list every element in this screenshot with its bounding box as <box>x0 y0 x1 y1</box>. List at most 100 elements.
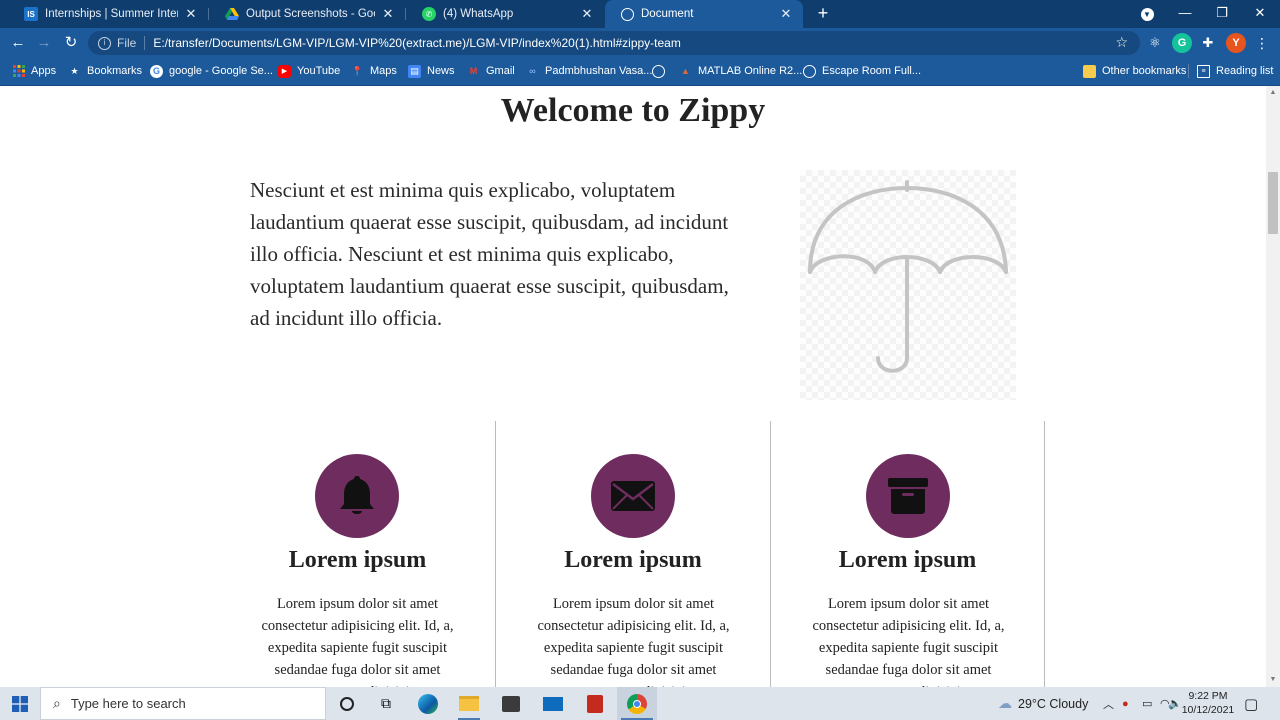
clock-date: 10/12/2021 <box>1181 704 1235 716</box>
feature-description: Lorem ipsum dolor sit amet consectetur a… <box>812 596 1005 687</box>
taskbar-store[interactable] <box>494 687 528 720</box>
reading-list-button[interactable]: ≡ Reading list <box>1197 58 1273 84</box>
reading-list-icon: ≡ <box>1197 64 1210 78</box>
tab-output-screenshots[interactable]: Output Screenshots - Google Dr ✕ <box>209 0 405 28</box>
gmail-icon: M <box>469 66 478 76</box>
tab-whatsapp[interactable]: ✆ (4) WhatsApp ✕ <box>406 0 604 28</box>
maximize-button[interactable]: ❐ <box>1203 0 1241 28</box>
chrome-icon <box>627 693 647 714</box>
notifications-button[interactable]: ▢ <box>1244 687 1258 720</box>
bookmark-label: Apps <box>31 65 57 77</box>
minimize-button[interactable]: — <box>1166 0 1204 28</box>
features-section: Lorem ipsum Lorem ipsum dolor sit amet c… <box>220 421 1045 687</box>
bookmark-other[interactable]: Other bookmarks <box>1083 58 1186 84</box>
umbrella-icon <box>808 180 1008 373</box>
bookmark-label: News <box>427 65 455 77</box>
back-button[interactable]: ← <box>7 32 29 54</box>
tab-label: Document <box>641 8 694 20</box>
star-icon[interactable]: ☆ <box>1115 34 1128 51</box>
taskbar-chrome[interactable] <box>617 687 657 720</box>
feature-card: Lorem ipsum Lorem ipsum dolor sit amet c… <box>495 421 770 687</box>
show-hidden-icons[interactable]: ︿ <box>1103 687 1114 720</box>
close-icon[interactable]: ✕ <box>580 6 594 22</box>
taskbar-file-explorer[interactable] <box>452 687 486 720</box>
internshala-icon: IS <box>24 7 38 21</box>
bookmark-maps[interactable]: 📍 Maps <box>351 58 397 84</box>
address-bar[interactable]: i File E:/transfer/Documents/LGM-VIP/LGM… <box>88 31 1140 55</box>
maps-pin-icon: 📍 <box>351 65 364 76</box>
react-devtools-icon[interactable]: ⚛ <box>1145 33 1165 53</box>
bookmark-matlab[interactable]: ▲ MATLAB Online R2... <box>679 58 802 84</box>
forward-button[interactable]: → <box>33 32 55 54</box>
archive-icon <box>888 478 928 514</box>
task-view-icon: ⧉ <box>381 695 391 711</box>
taskbar-search-input[interactable]: ⌕ Type here to search <box>40 687 326 720</box>
taskbar-app[interactable] <box>578 687 612 720</box>
page-viewport: Welcome to Zippy Nesciunt et est minima … <box>0 86 1266 687</box>
bookmark-label: Escape Room Full... <box>822 65 922 77</box>
taskbar-clock[interactable]: 9:22 PM 10/12/2021 <box>1178 689 1238 717</box>
notification-icon: ▢ <box>1244 695 1259 713</box>
tray-app-icon[interactable]: ● <box>1122 687 1129 720</box>
task-view-button[interactable]: ⧉ <box>369 687 403 720</box>
globe-icon <box>621 7 634 21</box>
scrollbar-thumb[interactable] <box>1268 172 1278 234</box>
scroll-up-arrow[interactable]: ▲ <box>1269 89 1277 97</box>
bookmark-label: Gmail <box>486 65 515 77</box>
profile-avatar[interactable]: Y <box>1226 33 1246 53</box>
bookmark-label: YouTube <box>297 65 341 77</box>
weather-text: 29°C Cloudy <box>1018 696 1089 711</box>
feature-icon-circle <box>866 454 950 538</box>
feature-icon-circle <box>315 454 399 538</box>
bookmark-news[interactable]: ▤ News <box>408 58 455 84</box>
taskbar-mail[interactable] <box>536 687 570 720</box>
cortana-icon <box>340 696 354 711</box>
scroll-down-arrow[interactable]: ▼ <box>1269 676 1277 684</box>
info-icon[interactable]: i <box>98 36 111 50</box>
bookmark-globe[interactable] <box>652 58 671 84</box>
new-tab-button[interactable]: + <box>812 3 834 25</box>
tab-internships[interactable]: IS Internships | Summer Internship ✕ <box>8 0 208 28</box>
windows-taskbar: ⌕ Type here to search ⧉ ☁ 29°C Cloudy ︿ … <box>0 687 1280 720</box>
close-window-button[interactable]: ✕ <box>1241 0 1279 28</box>
extensions-icon[interactable]: ✚ <box>1198 33 1218 53</box>
bookmark-escape-room[interactable]: Escape Room Full... <box>803 58 921 84</box>
bookmark-google[interactable]: G google - Google Se... <box>150 58 273 84</box>
feature-description: Lorem ipsum dolor sit amet consectetur a… <box>537 596 730 687</box>
close-icon[interactable]: ✕ <box>184 6 198 22</box>
apps-grid-icon <box>12 65 25 78</box>
bookmark-label: Padmbhushan Vasa... <box>545 65 653 77</box>
bookmark-label: google - Google Se... <box>169 65 273 77</box>
url-text: E:/transfer/Documents/LGM-VIP/LGM-VIP%20… <box>153 36 681 50</box>
close-icon[interactable]: ✕ <box>381 6 395 22</box>
taskbar-edge[interactable] <box>411 687 445 720</box>
cortana-button[interactable] <box>330 687 364 720</box>
cloud-icon: ☁ <box>998 695 1012 711</box>
globe-icon <box>652 64 665 78</box>
tab-document[interactable]: Document ✕ <box>605 0 803 28</box>
start-button[interactable] <box>0 687 40 720</box>
bookmark-apps[interactable]: Apps <box>12 58 56 84</box>
link-icon: ∞ <box>529 66 536 76</box>
feature-title: Lorem ipsum <box>564 547 702 573</box>
edge-icon <box>418 693 438 714</box>
bookmark-bookmarks[interactable]: ★ Bookmarks <box>68 58 142 84</box>
tab-label: (4) WhatsApp <box>443 8 514 20</box>
weather-widget[interactable]: ☁ 29°C Cloudy <box>998 687 1088 720</box>
gift-icon <box>587 694 603 713</box>
page-scrollbar[interactable]: ▲ ▼ <box>1266 86 1280 687</box>
grammarly-icon[interactable]: G <box>1172 33 1192 53</box>
browser-toolbar: ← → ↻ i File E:/transfer/Documents/LGM-V… <box>0 28 1280 58</box>
mail-icon <box>543 696 563 711</box>
search-icon: ⌕ <box>53 695 61 711</box>
reload-button[interactable]: ↻ <box>60 32 82 54</box>
bookmark-padmbhushan[interactable]: ∞ Padmbhushan Vasa... <box>526 58 652 84</box>
tab-search-button[interactable]: ▼ <box>1128 0 1166 28</box>
bookmark-youtube[interactable]: ▶ YouTube <box>278 58 340 84</box>
page-title: Welcome to Zippy <box>500 92 766 129</box>
close-icon[interactable]: ✕ <box>779 6 793 22</box>
battery-icon[interactable]: ▭ <box>1142 687 1152 720</box>
bookmark-gmail[interactable]: M Gmail <box>467 58 515 84</box>
chevron-up-icon: ︿ <box>1103 698 1114 711</box>
menu-icon[interactable]: ⋮ <box>1252 33 1272 53</box>
